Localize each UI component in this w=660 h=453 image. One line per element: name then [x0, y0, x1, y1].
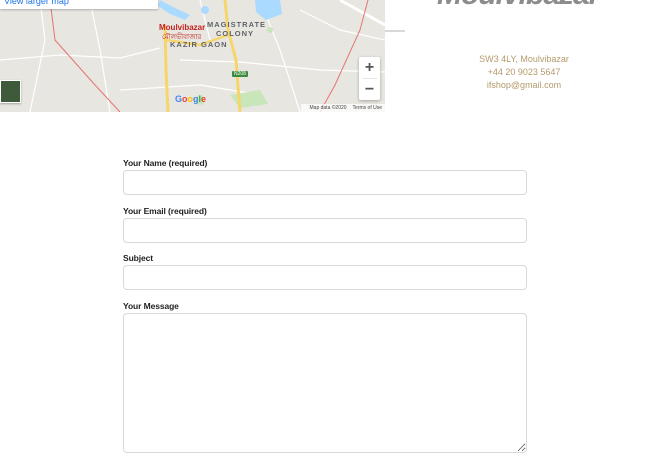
google-logo: Google	[175, 94, 207, 104]
subject-input[interactable]	[123, 265, 527, 290]
message-label: Your Message	[123, 300, 179, 311]
location-title: Moulvibazar	[437, 0, 600, 12]
section-divider	[385, 30, 405, 32]
road-badge: N208	[232, 71, 248, 77]
map-kazir-gaon-label: KAZIR GAON	[170, 40, 228, 49]
zoom-in-button[interactable]: +	[359, 57, 380, 78]
name-field-group: Your Name (required)	[123, 157, 528, 205]
email-input[interactable]	[123, 217, 527, 243]
map-colony-label: MAGISTRATE COLONY	[207, 20, 267, 38]
zoom-control: + −	[359, 57, 380, 100]
email-label: Your Email (required)	[123, 205, 207, 216]
message-field-group: Your Message	[123, 300, 528, 453]
phone-text: +44 20 9023 5647	[487, 67, 561, 77]
satellite-toggle[interactable]	[0, 80, 21, 103]
subject-field-group: Subject	[123, 252, 528, 300]
zoom-out-button[interactable]: −	[359, 79, 380, 100]
view-larger-map-link[interactable]: View larger map	[0, 0, 158, 9]
email-field-group: Your Email (required)	[123, 205, 528, 253]
contact-info: SW3 4LY, Moulvibazar +44 20 9023 5647 if…	[440, 53, 608, 92]
map-attribution: Map data ©2020 Terms of Use	[300, 104, 385, 112]
terms-of-use-link[interactable]: Terms of Use	[353, 105, 382, 111]
contact-form: Your Name (required) Your Email (require…	[123, 157, 528, 453]
email-text[interactable]: ifshop@gmail.com	[440, 79, 608, 92]
map-data-text: Map data ©2020	[309, 105, 347, 111]
message-textarea[interactable]	[123, 312, 527, 453]
name-input[interactable]	[123, 170, 527, 195]
address-text: SW3 4LY, Moulvibazar	[479, 54, 569, 64]
subject-label: Subject	[123, 253, 154, 263]
name-label: Your Name (required)	[123, 158, 208, 168]
map-embed[interactable]: View larger map Moulvibazar মৌলভীবাজার M…	[0, 0, 385, 112]
